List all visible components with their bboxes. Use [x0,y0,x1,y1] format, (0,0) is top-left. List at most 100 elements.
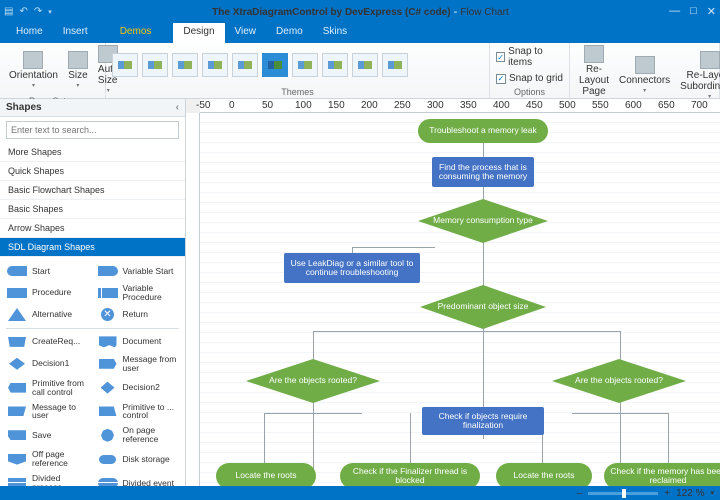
shape-item[interactable]: Divided process [2,471,93,486]
flow-terminator[interactable]: Locate the roots [496,463,592,486]
snap-items-checkbox[interactable]: ✓Snap to items [496,46,563,68]
collapse-icon[interactable]: ‹ [176,102,179,113]
shape-icon [6,357,28,371]
flow-decision[interactable]: Predominant object size [420,285,546,329]
relayout-sub-button[interactable]: Re-Layout Subordinates▾ [677,51,720,100]
qat-save-icon[interactable]: ▤ [4,6,13,17]
tab-view[interactable]: View [225,23,267,43]
flow-process[interactable]: Check if objects require finalization [422,407,544,435]
shape-category[interactable]: More Shapes [0,143,185,162]
shape-category[interactable]: Basic Flowchart Shapes [0,181,185,200]
shape-label: CreateReq... [32,337,80,346]
theme-thumb[interactable] [262,53,288,77]
theme-thumb[interactable] [322,53,348,77]
shape-label: Variable Procedure [123,284,180,302]
tab-design[interactable]: Design [173,23,224,43]
shape-label: Divided event [123,479,175,486]
flow-terminator[interactable]: Check if the memory has been reclaimed [604,463,720,486]
shape-category[interactable]: Basic Shapes [0,200,185,219]
theme-thumb[interactable] [202,53,228,77]
shape-label: Message to user [32,403,89,421]
shape-label: Message from user [123,355,180,373]
shape-icon [97,404,119,418]
shape-item[interactable]: Primitive from call control [2,376,93,400]
search-input[interactable] [6,121,179,139]
flow-decision[interactable]: Are the objects rooted? [552,359,686,403]
relayout-page-button[interactable]: Re-Layout Page▾ [576,45,612,105]
shape-label: Variable Start [123,267,174,276]
theme-thumb[interactable] [142,53,168,77]
tab-home[interactable]: Home [6,23,53,43]
flow-terminator[interactable]: Check if the Finalizer thread is blocked [340,463,480,486]
flow-process[interactable]: Use LeakDiag or a similar tool to contin… [284,253,420,283]
shape-label: Start [32,267,50,276]
shape-item[interactable]: Start [2,261,93,281]
theme-thumb[interactable] [382,53,408,77]
connectors-button[interactable]: Connectors▾ [616,56,673,94]
qat-redo-icon[interactable]: ↷ [34,6,42,17]
shape-item[interactable]: Message from user [93,352,184,376]
shape-item[interactable]: Variable Start [93,261,184,281]
shape-icon [6,452,28,466]
flow-decision[interactable]: Memory consumption type [418,199,548,243]
snap-grid-checkbox[interactable]: ✓Snap to grid [496,73,563,84]
size-button[interactable]: Size▾ [65,51,91,89]
flow-process[interactable]: Find the process that is consuming the m… [432,157,534,187]
shape-icon [97,357,119,371]
themes-gallery[interactable] [106,43,489,87]
ribbon-spine: Demos [120,23,152,43]
shape-label: Divided process [32,474,89,486]
shape-item[interactable]: Save [2,423,93,447]
close-icon[interactable]: ✕ [707,5,716,18]
shape-item[interactable]: Decision1 [2,352,93,376]
theme-thumb[interactable] [172,53,198,77]
shape-item[interactable]: ✕Return [93,305,184,325]
shape-category[interactable]: Arrow Shapes [0,219,185,238]
shape-item[interactable]: CreateReq... [2,332,93,352]
shape-category[interactable]: Quick Shapes [0,162,185,181]
shape-icon [6,476,28,486]
shape-label: Alternative [32,310,72,319]
qat-undo-icon[interactable]: ↶ [19,6,27,17]
shape-icon [97,428,119,442]
tab-insert[interactable]: Insert [53,23,98,43]
shape-icon [97,286,119,300]
zoom-dropdown-icon[interactable]: ▾ [710,489,714,497]
shape-item[interactable]: Primitive to ... control [93,400,184,424]
group-options: Options [490,87,569,98]
shape-icon [6,404,28,418]
shape-category[interactable]: SDL Diagram Shapes [0,238,185,257]
shape-item[interactable]: Disk storage [93,447,184,471]
tab-demo[interactable]: Demo [266,23,313,43]
zoom-slider[interactable] [588,492,658,495]
shape-item[interactable]: Divided event [93,471,184,486]
shape-icon [97,381,119,395]
shape-label: Primitive from call control [32,379,89,397]
shape-item[interactable]: Variable Procedure [93,281,184,305]
shape-item[interactable]: On page reference [93,423,184,447]
shape-icon [97,452,119,466]
diagram-canvas[interactable]: Troubleshoot a memory leak Find the proc… [200,113,720,486]
shape-item[interactable]: Document [93,332,184,352]
shape-item[interactable]: Procedure [2,281,93,305]
tab-skins[interactable]: Skins [313,23,357,43]
theme-thumb[interactable] [352,53,378,77]
theme-thumb[interactable] [112,53,138,77]
flow-decision[interactable]: Are the objects rooted? [246,359,380,403]
zoom-out-icon[interactable]: – [577,488,583,499]
flow-start[interactable]: Troubleshoot a memory leak [418,119,548,143]
maximize-icon[interactable]: □ [690,5,697,18]
orientation-button[interactable]: Orientation▾ [6,51,61,89]
shape-icon [6,308,28,322]
shape-item[interactable]: Off page reference [2,447,93,471]
flow-terminator[interactable]: Locate the roots [216,463,316,486]
shape-item[interactable]: Message to user [2,400,93,424]
zoom-in-icon[interactable]: + [664,488,670,499]
zoom-value: 122 % [676,488,704,499]
theme-thumb[interactable] [232,53,258,77]
minimize-icon[interactable]: — [669,5,680,18]
shape-item[interactable]: Decision2 [93,376,184,400]
theme-thumb[interactable] [292,53,318,77]
shape-item[interactable]: Alternative [2,305,93,325]
shape-icon [6,381,28,395]
